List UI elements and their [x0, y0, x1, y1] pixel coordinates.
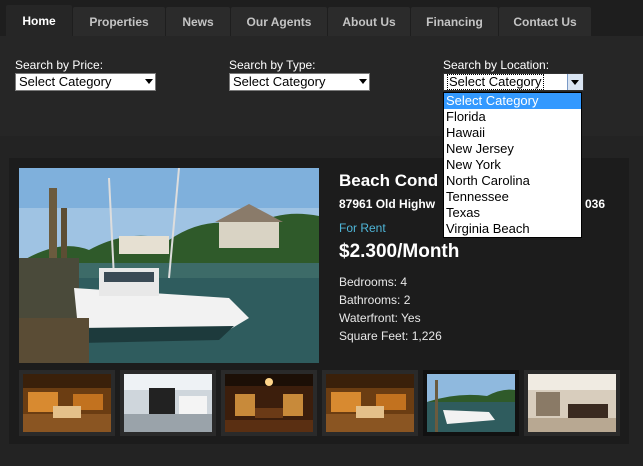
thumbnail-3[interactable] [221, 370, 317, 436]
location-option[interactable]: Florida [444, 109, 581, 125]
type-label: Search by Type: [229, 58, 316, 72]
location-select-value: Select Category [447, 74, 544, 90]
tab-label: About Us [342, 14, 396, 29]
tab-label: News [182, 14, 214, 29]
price-select[interactable]: Select Category [15, 73, 156, 91]
listing-address: 87961 Old Highw 036 [339, 197, 605, 211]
location-label: Search by Location: [443, 58, 550, 72]
thumbnail-4[interactable] [322, 370, 418, 436]
tab-label: Home [22, 13, 56, 28]
listing-status: For Rent [339, 221, 386, 235]
tab-label: Properties [89, 14, 149, 29]
detail-bedrooms: Bedrooms: 4 [339, 275, 408, 289]
location-option[interactable]: Hawaii [444, 125, 581, 141]
chevron-down-icon [571, 80, 579, 85]
address-end: 036 [585, 197, 606, 211]
location-option[interactable]: Select Category [444, 93, 581, 109]
tab-properties[interactable]: Properties [73, 7, 165, 36]
type-search: Search by Type: Select Category [229, 58, 370, 91]
thumbnail-6[interactable] [524, 370, 620, 436]
main-photo [19, 168, 319, 363]
tab-financing[interactable]: Financing [411, 7, 498, 36]
tab-label: Contact Us [513, 14, 577, 29]
tab-home[interactable]: Home [6, 5, 72, 36]
location-option[interactable]: Tennessee [444, 189, 581, 205]
listing-title: Beach Cond [339, 171, 439, 190]
price-label: Search by Price: [15, 58, 104, 72]
thumbnail-2[interactable] [120, 370, 216, 436]
price-select-value: Select Category [19, 74, 112, 89]
location-option[interactable]: Texas [444, 205, 581, 221]
type-select-value: Select Category [233, 74, 326, 89]
photo-thumbnails [19, 370, 620, 436]
location-option[interactable]: Virginia Beach [444, 221, 581, 237]
tab-label: Our Agents [246, 14, 312, 29]
tab-about-us[interactable]: About Us [328, 7, 410, 36]
detail-bathrooms: Bathrooms: 2 [339, 293, 411, 307]
thumbnail-1[interactable] [19, 370, 115, 436]
thumbnail-5-active[interactable] [423, 370, 519, 436]
detail-square-feet: Square Feet: 1,226 [339, 329, 442, 343]
chevron-down-icon [145, 79, 153, 84]
tab-news[interactable]: News [166, 7, 230, 36]
type-select[interactable]: Select Category [229, 73, 370, 91]
main-nav: Home Properties News Our Agents About Us… [0, 0, 643, 36]
price-search: Search by Price: Select Category [15, 58, 156, 91]
location-select[interactable]: Select Category [443, 73, 584, 91]
chevron-down-icon [359, 79, 367, 84]
tab-label: Financing [426, 14, 483, 29]
address-start: 87961 Old Highw [339, 197, 436, 211]
location-dropdown-list: Select Category Florida Hawaii New Jerse… [443, 92, 582, 238]
detail-waterfront: Waterfront: Yes [339, 311, 421, 325]
location-option[interactable]: New Jersey [444, 141, 581, 157]
tab-our-agents[interactable]: Our Agents [231, 7, 327, 36]
location-option[interactable]: North Carolina [444, 173, 581, 189]
location-search: Search by Location: Select Category [443, 58, 584, 91]
location-option[interactable]: New York [444, 157, 581, 173]
listing-price: $2.300/Month [339, 241, 460, 262]
tab-contact-us[interactable]: Contact Us [499, 7, 591, 36]
